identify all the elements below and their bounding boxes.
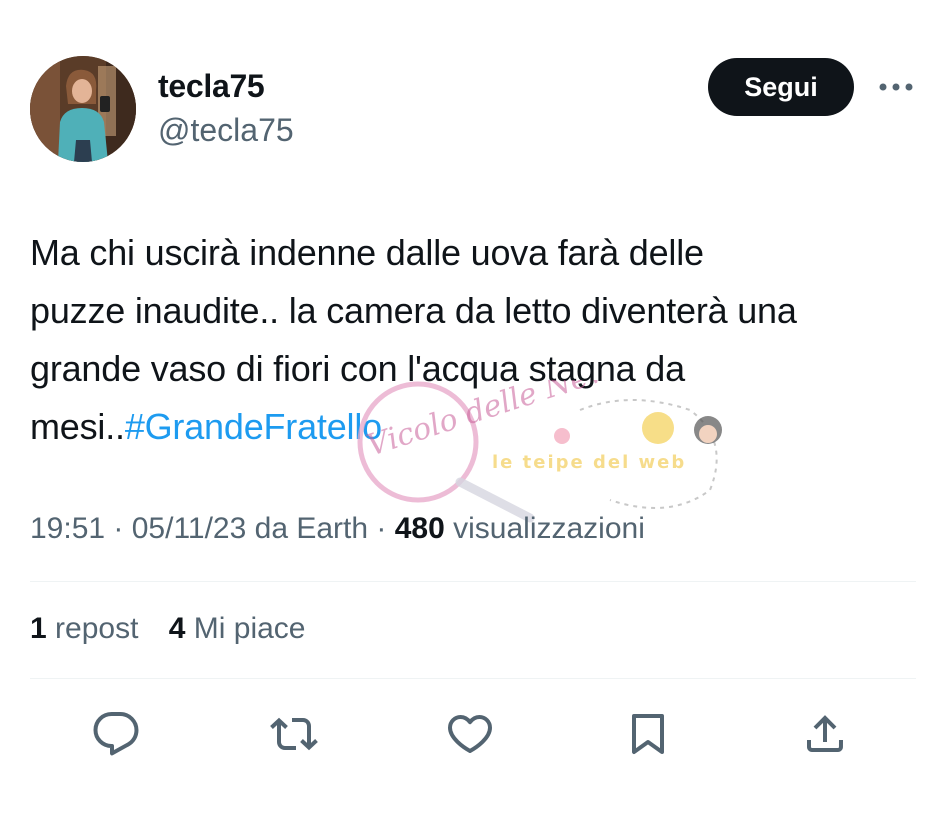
engagement-stats: 1 repost 4 Mi piace bbox=[30, 612, 327, 646]
tweet-line: puzze inaudite.. la camera da letto dive… bbox=[30, 290, 797, 331]
follow-button[interactable]: Segui bbox=[708, 58, 854, 116]
repost-button[interactable] bbox=[266, 706, 322, 762]
display-name[interactable]: tecla75 bbox=[158, 68, 265, 105]
divider bbox=[30, 581, 916, 582]
views-count[interactable]: 480 bbox=[395, 512, 445, 545]
likes-stat[interactable]: 4 Mi piace bbox=[169, 612, 306, 645]
divider bbox=[30, 678, 916, 679]
reposts-label: repost bbox=[46, 612, 139, 645]
likes-label: Mi piace bbox=[185, 612, 306, 645]
views-label: visualizzazioni bbox=[444, 512, 645, 545]
avatar-photo bbox=[30, 56, 136, 162]
action-bar bbox=[0, 706, 946, 762]
share-button[interactable] bbox=[797, 706, 853, 762]
tweet-line: grande vaso di fiori con l'acqua stagna … bbox=[30, 348, 685, 389]
tweet-time[interactable]: 19:51 bbox=[30, 512, 105, 545]
share-icon bbox=[807, 715, 843, 752]
avatar[interactable] bbox=[30, 56, 136, 162]
tweet-text: Ma chi uscirà indenne dalle uova farà de… bbox=[30, 224, 930, 456]
reposts-stat[interactable]: 1 repost bbox=[30, 612, 138, 645]
tweet-line: Ma chi uscirà indenne dalle uova farà de… bbox=[30, 232, 704, 273]
user-handle[interactable]: @tecla75 bbox=[158, 112, 294, 149]
meta-separator: · bbox=[105, 512, 132, 545]
reposts-count: 1 bbox=[30, 612, 47, 645]
meta-separator: · bbox=[368, 512, 395, 545]
heart-icon bbox=[448, 715, 492, 753]
tweet-last-line: mesi..#GrandeFratello bbox=[30, 398, 930, 456]
tweet-date[interactable]: 05/11/23 bbox=[132, 512, 247, 545]
tweet-line: mesi.. bbox=[30, 406, 125, 447]
more-options-button[interactable] bbox=[876, 74, 916, 100]
reply-button[interactable] bbox=[88, 706, 144, 762]
repost-icon bbox=[270, 717, 318, 751]
more-dots-icon bbox=[879, 83, 913, 91]
like-button[interactable] bbox=[442, 706, 498, 762]
tweet-source: da Earth bbox=[246, 512, 369, 545]
bookmark-button[interactable] bbox=[620, 706, 676, 762]
hashtag-link[interactable]: #GrandeFratello bbox=[125, 406, 382, 447]
bookmark-icon bbox=[632, 714, 664, 754]
likes-count: 4 bbox=[168, 612, 186, 645]
tweet-meta: 19:51 · 05/11/23 da Earth · 480 visualiz… bbox=[30, 512, 645, 546]
reply-icon bbox=[93, 712, 139, 756]
